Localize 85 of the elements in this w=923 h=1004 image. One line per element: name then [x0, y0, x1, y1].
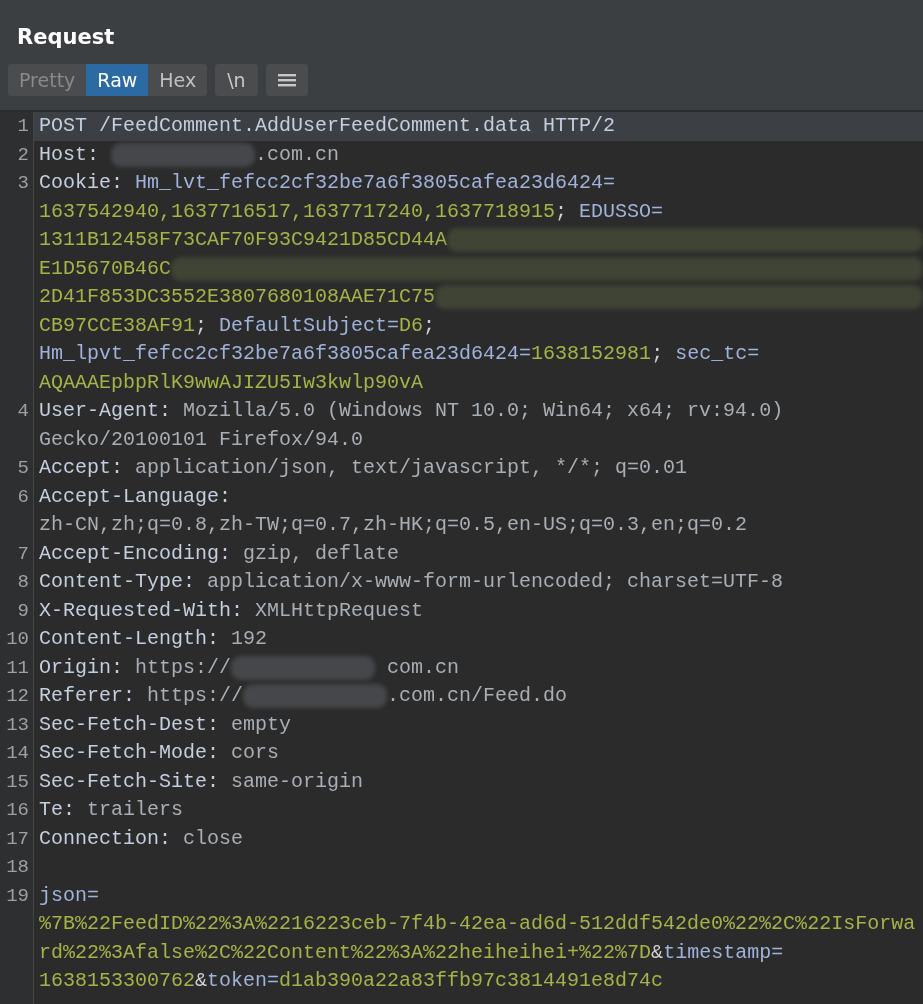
param-value: E1D5670B46C: [39, 255, 172, 282]
menu-icon: [277, 73, 296, 87]
param-value: 1638152981: [531, 341, 652, 367]
header-name: Content-Length:: [39, 626, 221, 652]
line-number: 11: [6, 655, 29, 681]
header-value: .com.cn: [255, 141, 340, 168]
line-number: 8: [17, 570, 29, 595]
header-name: POST /FeedComment.AddUserFeedComment.data HTTP/2: [39, 113, 616, 139]
line-number: 18: [6, 855, 29, 880]
line-number: 6: [17, 484, 29, 510]
header-value: zh-CN,zh;q=0.8,zh-TW;q=0.7,zh-HK;q=0.5,en-US;q=0.3,en;q=0.2: [39, 512, 748, 538]
header-value: 192: [231, 626, 268, 652]
separator-text: ;: [195, 312, 209, 339]
param-name: DefaultSubject=: [219, 312, 400, 339]
line-number: 10: [6, 627, 29, 652]
header-name: X-Requested-With:: [39, 597, 245, 624]
header-name: Te:: [39, 797, 76, 823]
param-value: %7B%22FeedID%22%3A%2216223ceb-7f4b-42ea-ad6d-512ddf542de0%22%2C%22IsForwa: [39, 911, 916, 937]
header-name: Content-Type:: [39, 569, 197, 595]
header-name: Origin:: [39, 654, 124, 681]
header-name: Referer:: [39, 683, 136, 709]
param-value: 1638153300762: [39, 968, 196, 994]
header-name: Accept-Encoding:: [39, 540, 233, 567]
param-value: d1ab390a22a83ffb97c3814491e8d74c: [279, 968, 664, 994]
line-number: 4: [17, 399, 29, 424]
line-number: 15: [6, 769, 29, 795]
separator-text: ;: [423, 312, 436, 339]
header-name: Sec-Fetch-Dest:: [39, 711, 221, 738]
separator-text: ;: [555, 198, 569, 225]
header-name: Sec-Fetch-Site:: [39, 768, 221, 795]
header-value: gzip, deflate: [243, 540, 400, 567]
param-name: Hm_lpvt_fefcc2cf32be7a6f3805cafea23d6424=: [39, 341, 532, 367]
param-name: Hm_lvt_fefcc2cf32be7a6f3805cafea23d6424=: [135, 170, 616, 196]
param-value: 2D41F853DC3552E3807680108AAE71C75: [39, 284, 436, 310]
header-value: application/x-www-form-urlencoded; charset=UTF-8: [207, 569, 784, 595]
line-number: 14: [6, 741, 29, 766]
param-value: rd%22%3Afalse%2C%22Content%22%3A%22heiheihei+%22%7D: [39, 939, 652, 966]
line-number: 19: [6, 883, 29, 909]
param-value: AQAAAEpbpRlK9wwAJIZU5Iw3kwlp90vA: [39, 369, 424, 396]
line-number: 1: [17, 114, 29, 139]
header-value: trailers: [87, 797, 184, 823]
newline-toggle-button[interactable]: \n: [215, 64, 258, 96]
line-number: 17: [6, 826, 29, 852]
view-tab[interactable]: Raw: [86, 64, 149, 96]
param-value: 1637542940,1637716517,1637717240,1637718915: [39, 198, 556, 225]
param-name: sec_tc=: [675, 341, 760, 367]
header-value: https://: [135, 654, 232, 681]
param-name: EDUSSO=: [579, 198, 664, 225]
header-value: cors: [231, 740, 280, 766]
header-name: Sec-Fetch-Mode:: [39, 740, 221, 766]
menu-button[interactable]: [265, 64, 308, 96]
header-value: Gecko/20100101 Firefox/94.0: [39, 426, 364, 453]
param-name: token=: [207, 968, 280, 994]
header-value: empty: [231, 711, 292, 738]
line-number: 9: [17, 598, 29, 624]
param-value: D6: [399, 312, 424, 339]
line-number: 16: [6, 798, 29, 823]
separator-text: ;: [651, 341, 665, 367]
header-value: XMLHttpRequest: [255, 597, 424, 624]
header-value: close: [183, 825, 244, 852]
header-value: .com.cn/Feed.do: [387, 683, 568, 709]
separator-text: &: [651, 939, 664, 966]
header-name: Accept-Language:: [39, 483, 232, 510]
line-number: 12: [6, 684, 29, 709]
header-value: Mozilla/5.0 (Windows NT 10.0; Win64; x64; rv:94.0): [183, 398, 784, 424]
separator-text: &: [195, 968, 208, 994]
param-name: json=: [39, 882, 99, 909]
param-value: 1311B12458F73CAF70F93C9421D85CD44A: [39, 227, 448, 253]
header-name: Accept:: [39, 455, 124, 481]
line-number: 7: [17, 541, 29, 567]
header-value: same-origin: [231, 768, 364, 795]
header-value: com.cn: [386, 654, 460, 681]
header-value: https://: [147, 683, 244, 709]
header-name: Host:: [39, 141, 100, 168]
param-name: timestamp=: [663, 939, 784, 966]
param-value: CB97CCE38AF91: [39, 312, 196, 339]
panel-title: Request: [17, 24, 116, 51]
line-number: 3: [17, 171, 29, 196]
line-number: 13: [6, 712, 29, 738]
header-name: Connection:: [39, 825, 173, 852]
line-number: 2: [17, 142, 29, 168]
header-value: application/json, text/javascript, */*; q=0.01: [135, 455, 688, 481]
header-name: User-Agent:: [39, 398, 173, 424]
line-number: 5: [17, 456, 29, 481]
header-name: Cookie:: [39, 170, 124, 196]
